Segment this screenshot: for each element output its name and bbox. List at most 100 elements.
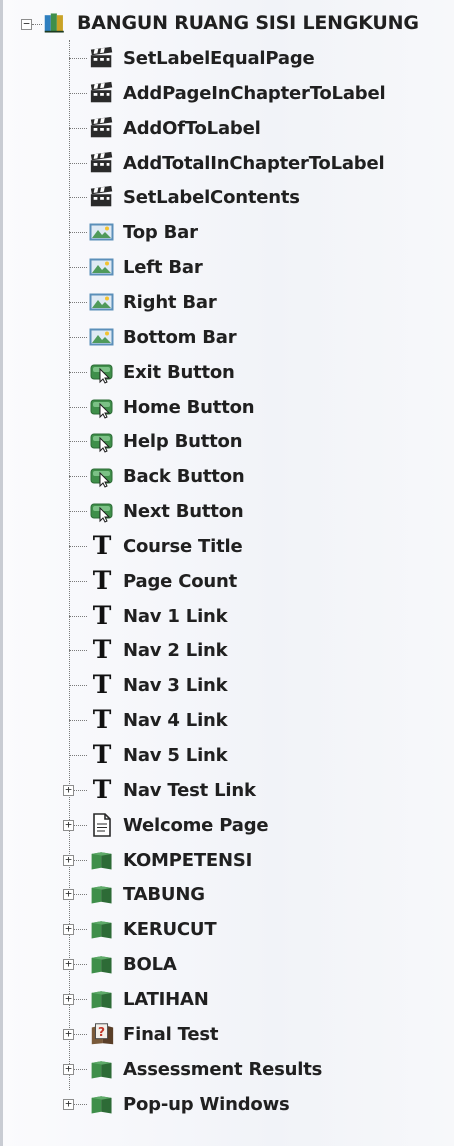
chapter-book-icon [89, 1057, 115, 1081]
tree-item[interactable]: T Nav 3 Link [89, 668, 228, 702]
tree-item-label: Exit Button [123, 361, 235, 383]
tree-item[interactable]: Bottom Bar [89, 320, 237, 354]
image-icon [89, 325, 115, 349]
tree-connector [69, 302, 87, 303]
tree-root-item[interactable]: BANGUN RUANG SISI LENGKUNG [43, 6, 419, 40]
tree-item-label: KOMPETENSI [123, 849, 253, 871]
tree-item[interactable]: Help Button [89, 424, 243, 458]
svg-text:?: ? [98, 1025, 105, 1039]
tree-item[interactable]: AddOfToLabel [89, 111, 261, 145]
book-stack-icon [43, 11, 69, 35]
tree-item-label: LATIHAN [123, 988, 209, 1010]
text-t-icon: T [92, 566, 112, 595]
button-cursor-icon [89, 429, 115, 453]
image-icon [89, 290, 115, 314]
tree-connector [69, 546, 87, 547]
chapter-book-icon [89, 882, 115, 906]
tree-item[interactable]: SetLabelContents [89, 180, 300, 214]
tree-connector [69, 232, 87, 233]
tree-connector [69, 372, 87, 373]
tree-item[interactable]: Back Button [89, 459, 245, 493]
tree-connector [69, 441, 87, 442]
tree-item[interactable]: Next Button [89, 494, 244, 528]
chapter-book-icon [89, 1092, 115, 1116]
tree-item[interactable]: BOLA [89, 947, 177, 981]
tree-item[interactable]: Left Bar [89, 250, 203, 284]
tree-item-label: Bottom Bar [123, 326, 237, 348]
expand-toggle[interactable]: + [63, 923, 74, 935]
expand-toggle[interactable]: + [63, 819, 74, 831]
button-cursor-icon [89, 499, 115, 523]
tree-item[interactable]: AddPageInChapterToLabel [89, 76, 386, 110]
tree-item[interactable]: T Course Title [89, 529, 243, 563]
clapperboard-icon [89, 81, 115, 105]
root-collapse-toggle[interactable]: − [21, 18, 32, 30]
tree-item-label: Right Bar [123, 291, 217, 313]
tree-item[interactable]: Exit Button [89, 355, 235, 389]
tree-item[interactable]: SetLabelEqualPage [89, 41, 315, 75]
tree-root-label: BANGUN RUANG SISI LENGKUNG [77, 12, 419, 34]
chapter-book-icon [89, 917, 115, 941]
tree-item[interactable]: Welcome Page [89, 808, 269, 842]
tree-item[interactable]: T Nav 2 Link [89, 633, 228, 667]
tree-item-label: Pop-up Windows [123, 1093, 290, 1115]
clapperboard-icon [89, 185, 115, 209]
tree-connector [69, 685, 87, 686]
expand-toggle[interactable]: + [63, 888, 74, 900]
tree-item[interactable]: Assessment Results [89, 1052, 322, 1086]
tree-item-label: KERUCUT [123, 918, 217, 940]
expand-toggle[interactable]: + [63, 1028, 74, 1040]
button-cursor-icon [89, 464, 115, 488]
tree-item[interactable]: AddTotalInChapterToLabel [89, 146, 385, 180]
text-t-icon: T [92, 531, 112, 560]
tree-item-label: Home Button [123, 396, 255, 418]
tree-item-label: Nav 4 Link [123, 709, 228, 731]
tree-item-label: Page Count [123, 570, 238, 592]
tree-connector [69, 650, 87, 651]
tree-item-label: Nav 1 Link [123, 605, 228, 627]
tree-item[interactable]: LATIHAN [89, 982, 209, 1016]
tree-item[interactable]: TABUNG [89, 877, 205, 911]
tree-item[interactable]: T Nav Test Link [89, 773, 256, 807]
expand-toggle[interactable]: + [63, 784, 74, 796]
tree-item[interactable]: Top Bar [89, 215, 198, 249]
tree-connector [69, 511, 87, 512]
chapter-book-icon [89, 952, 115, 976]
tree-item-label: AddPageInChapterToLabel [123, 82, 386, 104]
tree-item[interactable]: T Nav 5 Link [89, 738, 228, 772]
tree-item[interactable]: Home Button [89, 390, 255, 424]
tree-item[interactable]: T Nav 1 Link [89, 599, 228, 633]
tree-item-label: Nav 3 Link [123, 674, 228, 696]
clapperboard-icon [89, 46, 115, 70]
tree-connector [69, 197, 87, 198]
tree-item-label: TABUNG [123, 883, 205, 905]
tree-item[interactable]: Right Bar [89, 285, 217, 319]
tree-item-label: Nav 5 Link [123, 744, 228, 766]
text-t-icon: T [92, 740, 112, 769]
tree-item[interactable]: ? Final Test [89, 1017, 218, 1051]
tree-item-label: Nav 2 Link [123, 639, 228, 661]
text-t-icon: T [92, 775, 112, 804]
tree-item-label: Back Button [123, 465, 245, 487]
expand-toggle[interactable]: + [63, 854, 74, 866]
text-t-icon: T [92, 705, 112, 734]
expand-toggle[interactable]: + [63, 958, 74, 970]
tree-item[interactable]: Pop-up Windows [89, 1087, 290, 1121]
course-structure-tree: − BANGUN RUANG SISI LENGKUNG SetLabelEqu… [0, 0, 454, 1146]
tree-connector [69, 337, 87, 338]
button-cursor-icon [89, 360, 115, 384]
clapperboard-icon [89, 151, 115, 175]
page-icon [89, 813, 115, 837]
tree-item[interactable]: T Nav 4 Link [89, 703, 228, 737]
tree-item-label: Next Button [123, 500, 244, 522]
tree-item[interactable]: KOMPETENSI [89, 843, 252, 877]
text-t-icon: T [92, 635, 112, 664]
expand-toggle[interactable]: + [63, 1098, 74, 1110]
tree-connector [69, 163, 87, 164]
tree-item[interactable]: T Page Count [89, 564, 238, 598]
expand-toggle[interactable]: + [63, 993, 74, 1005]
expand-toggle[interactable]: + [63, 1063, 74, 1075]
text-t-icon: T [92, 670, 112, 699]
tree-item[interactable]: KERUCUT [89, 912, 217, 946]
tree-connector [69, 581, 87, 582]
